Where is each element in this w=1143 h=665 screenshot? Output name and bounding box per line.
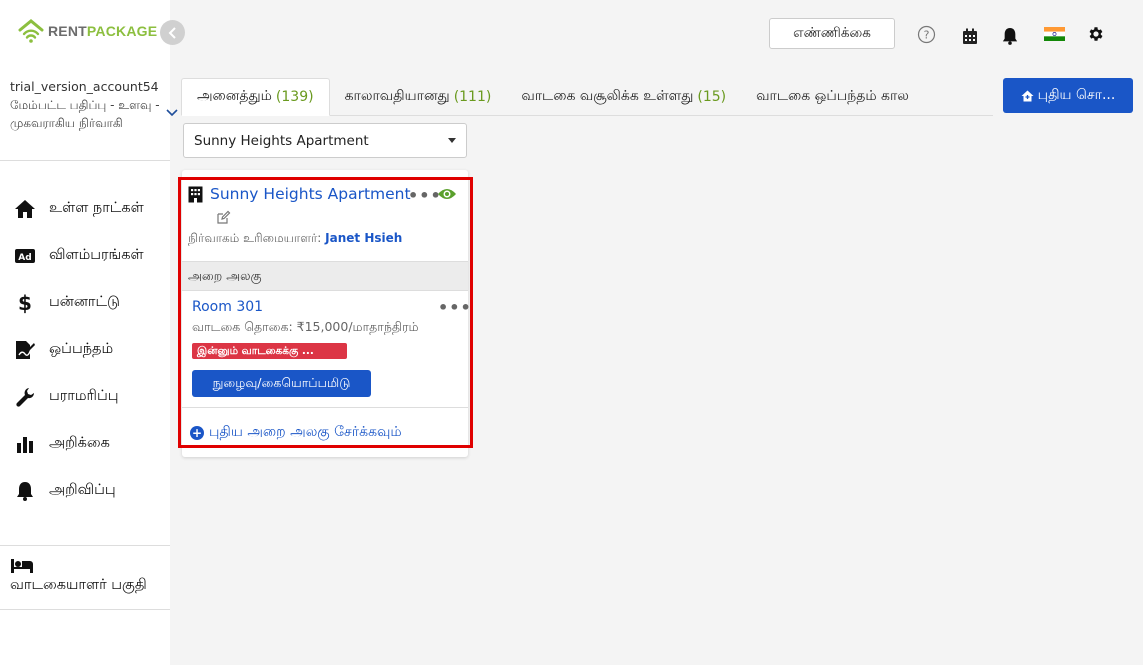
tab-label: அனைத்தும் [197,88,272,104]
bell-icon [14,480,36,502]
tabs: அனைத்தும் (139) காலாவதியானது (111) வாடகை வ… [181,78,919,116]
owner-name[interactable]: Janet Hsieh [325,231,402,245]
account-info[interactable]: trial_version_account54 மேம்பட்ட பதிப்பு… [10,78,170,132]
sidebar-item-label: விளம்பரங்கள் [49,246,144,263]
wrench-icon [14,386,36,408]
sidebar-item-notification[interactable]: அறிவிப்பு [0,467,170,514]
divider [0,160,170,161]
property-select[interactable]: Sunny Heights Apartment [183,123,467,158]
account-name: trial_version_account54 [10,79,159,94]
bell-icon[interactable] [1000,26,1020,46]
sidebar-item-label: உள்ள நாட்கள் [49,199,144,216]
tab-label: வாடகை ஒப்பந்தம் கால [756,88,909,104]
edit-icon[interactable] [216,210,231,229]
tab-rent-due[interactable]: வாடகை வசூலிக்க உள்ளது (15) [506,78,741,116]
sidebar-item-label: பன்னாட்டு [49,293,120,310]
sidebar-item-properties[interactable]: உள்ள நாட்கள் [0,185,170,232]
sidebar-item-ads[interactable]: Ad விளம்பரங்கள் [0,232,170,279]
sidebar-item-finance[interactable]: $ பன்னாட்டு [0,279,170,326]
unit-section-header: அறை அலகு [182,261,468,291]
checkin-sign-button[interactable]: நுழைவு/கையொப்பமிடு [192,370,371,397]
status-badge: இன்னும் வாடகைக்கு ... [192,343,347,359]
property-title[interactable]: Sunny Heights Apartment [210,185,411,203]
home-icon [14,198,36,220]
room-more-menu[interactable]: ••• [438,298,472,317]
svg-text:?: ? [923,28,929,41]
sidebar-item-label: ஒப்பந்தம் [49,340,114,357]
bed-icon [10,558,34,574]
sidebar-item-label: அறிக்கை [49,434,110,451]
help-icon[interactable]: ? [916,24,936,44]
count-button[interactable]: எண்ணிக்கை [769,18,895,49]
sidebar-item-label: பராமரிப்பு [49,387,119,404]
sidebar-nav: உள்ள நாட்கள் Ad விளம்பரங்கள் $ பன்னாட்டு… [0,185,170,514]
new-property-button[interactable]: புதிய சொ... [1003,78,1133,113]
wifi-house-icon [18,19,44,43]
rent-amount: வாடகை தொகை: ₹15,000/மாதாந்திரம் [192,319,419,334]
sidebar-item-contract[interactable]: ஒப்பந்தம் [0,326,170,373]
sidebar-item-maintenance[interactable]: பராமரிப்பு [0,373,170,420]
svg-text:Ad: Ad [18,253,31,263]
sidebar-collapse-button[interactable] [160,20,185,45]
divider [0,545,170,546]
caret-down-icon [448,138,456,143]
chevron-left-icon [168,26,176,39]
sidebar: RENTPACKAGE trial_version_account54 மேம்… [0,0,178,665]
owner-label: நிர்வாகம் உரிமையாளர்: [188,231,322,245]
home-plus-icon [1021,90,1034,101]
divider [0,609,170,610]
plus-circle-icon: + [190,426,204,440]
add-unit-label: புதிய அறை அலகு சேர்க்கவும் [209,424,402,440]
tab-label: காலாவதியானது [344,88,450,104]
contract-icon [14,339,36,361]
add-unit-link[interactable]: + புதிய அறை அலகு சேர்க்கவும் [190,424,402,442]
card-divider [182,407,468,408]
account-role: மேம்பட்ட பதிப்பு - உளவு - முகவராகிய நிர்… [10,98,160,130]
gear-icon[interactable] [1086,24,1106,44]
bar-chart-icon [14,433,36,455]
sidebar-item-label: அறிவிப்பு [49,481,116,498]
new-property-label: புதிய சொ... [1037,86,1116,103]
ad-icon: Ad [14,245,36,267]
property-owner: நிர்வாகம் உரிமையாளர்: Janet Hsieh [188,231,402,247]
sidebar-item-report[interactable]: அறிக்கை [0,420,170,467]
tenant-section-label: வாடகையாளர் பகுதி [10,577,147,593]
eye-icon[interactable] [437,187,457,205]
tab-contract-period[interactable]: வாடகை ஒப்பந்தம் கால [741,78,919,116]
tab-count: (111) [453,89,492,105]
tenant-section-link[interactable]: வாடகையாளர் பகுதி [10,558,170,596]
tab-label: வாடகை வசூலிக்க உள்ளது [521,88,694,104]
building-icon [188,186,203,207]
room-name[interactable]: Room 301 [192,299,263,315]
chevron-down-icon[interactable] [166,106,178,120]
tab-count: (15) [697,89,727,105]
tab-count: (139) [275,89,314,105]
dollar-icon: $ [18,290,32,315]
tab-expired[interactable]: காலாவதியானது (111) [330,78,507,116]
property-select-value: Sunny Heights Apartment [194,132,369,149]
logo[interactable]: RENTPACKAGE [18,18,157,44]
brand-name: RENTPACKAGE [48,23,158,39]
tab-all[interactable]: அனைத்தும் (139) [181,78,330,116]
india-flag-icon[interactable] [1043,26,1065,42]
calendar-icon[interactable] [960,26,980,46]
